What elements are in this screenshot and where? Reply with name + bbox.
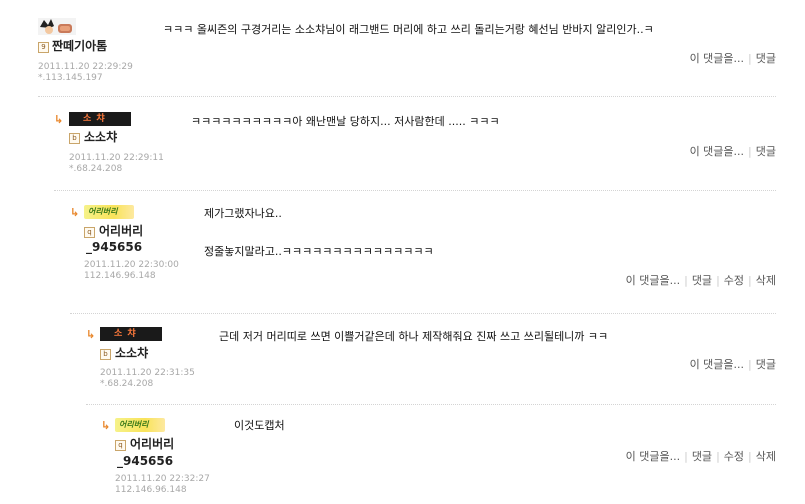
avatar: 소 챠 [69,112,131,126]
manga-avatar-icon [38,18,76,35]
comment-menu-link[interactable]: 이 댓글을... [690,145,744,158]
reply-arrow-icon: ↳ [101,419,111,432]
reply-link[interactable]: 댓글 [692,450,712,463]
action-divider: | [684,274,688,287]
comment-actions: 이 댓글을... | 댓글 [690,358,776,372]
action-divider: | [748,274,752,287]
comment-date: 2011.11.20 22:32:27 [115,474,210,484]
action-divider: | [716,274,720,287]
comment-author-suffix: _945656 [86,240,143,254]
comment-text: ㅋㅋㅋ 올씨즌의 구경거리는 소소챠님이 래그밴드 머리에 하고 쓰리 돌리는거… [163,23,654,36]
comment-actions: 이 댓글을... | 댓글 | 수정 | 삭제 [626,450,776,464]
comment-menu-link[interactable]: 이 댓글을... [626,274,680,287]
avatar-label: 소 챠 [114,329,137,339]
comment-text: 근데 저거 머리띠로 쓰면 이쁠거같은데 하나 제작해줘요 진짜 쓰고 쓰리될테… [219,330,609,343]
comment-menu-link[interactable]: 이 댓글을... [690,358,744,371]
comment-actions: 이 댓글을... | 댓글 [690,52,776,66]
reply-link[interactable]: 댓글 [756,358,776,371]
action-divider: | [748,358,752,371]
comment-date: 2011.11.20 22:30:00 [84,260,179,270]
comment-author[interactable]: 소소챠 [84,130,117,145]
comment-text: 제가그랬자나요.. [204,207,282,220]
comment-ip: *.68.24.208 [100,379,154,389]
avatar-label: 어리버리 [88,207,118,216]
comment-menu-link[interactable]: 이 댓글을... [626,450,680,463]
comment-date: 2011.11.20 22:29:29 [38,62,133,72]
comment-menu-link[interactable]: 이 댓글을... [690,52,744,65]
comment-separator [70,313,776,314]
avatar: 어리버리 [115,418,165,432]
comment-author[interactable]: 소소챠 [115,346,148,361]
action-divider: | [748,52,752,65]
comment-author[interactable]: 짠떼기아톰 [52,39,107,54]
grade-icon: 9 [38,42,49,53]
action-divider: | [684,450,688,463]
reply-link[interactable]: 댓글 [756,145,776,158]
grade-icon: b [100,349,111,360]
reply-arrow-icon: ↳ [86,328,96,341]
comment-actions: 이 댓글을... | 댓글 [690,145,776,159]
action-divider: | [716,450,720,463]
reply-arrow-icon: ↳ [70,206,80,219]
comment-author-suffix: _945656 [117,454,174,468]
delete-link[interactable]: 삭제 [756,274,776,287]
avatar: 소 챠 [100,327,162,341]
avatar: 어리버리 [84,205,134,219]
comment-text: 이것도캡처 [234,419,285,432]
action-divider: | [748,145,752,158]
avatar-label: 어리버리 [119,420,149,429]
reply-link[interactable]: 댓글 [692,274,712,287]
comment-date: 2011.11.20 22:31:35 [100,368,195,378]
grade-icon: b [69,133,80,144]
comment-text: ㅋㅋㅋㅋㅋㅋㅋㅋㅋㅋ아 왜난맨날 당하지... 저사람한데 ..... ㅋㅋㅋ [191,115,500,128]
comment-separator [86,404,776,405]
comment-author[interactable]: 어리버리 [130,437,174,452]
comment-separator [38,96,776,97]
comment-separator [54,190,776,191]
avatar-label: 소 챠 [83,114,106,124]
comment-author[interactable]: 어리버리 [99,224,143,239]
comment-actions: 이 댓글을... | 댓글 | 수정 | 삭제 [626,274,776,288]
delete-link[interactable]: 삭제 [756,450,776,463]
comment-date: 2011.11.20 22:29:11 [69,153,164,163]
comment-ip: 112.146.96.148 [84,271,156,281]
comment-ip: 112.146.96.148 [115,485,187,495]
edit-link[interactable]: 수정 [724,274,744,287]
reply-link[interactable]: 댓글 [756,52,776,65]
action-divider: | [748,450,752,463]
grade-icon: q [84,227,95,238]
comment-ip: *.68.24.208 [69,164,123,174]
edit-link[interactable]: 수정 [724,450,744,463]
grade-icon: q [115,440,126,451]
comment-ip: *.113.145.197 [38,73,103,83]
comment-text-line2: 정줄놓지말라고..ㅋㅋㅋㅋㅋㅋㅋㅋㅋㅋㅋㅋㅋㅋㅋ [204,245,434,258]
reply-arrow-icon: ↳ [54,113,64,126]
